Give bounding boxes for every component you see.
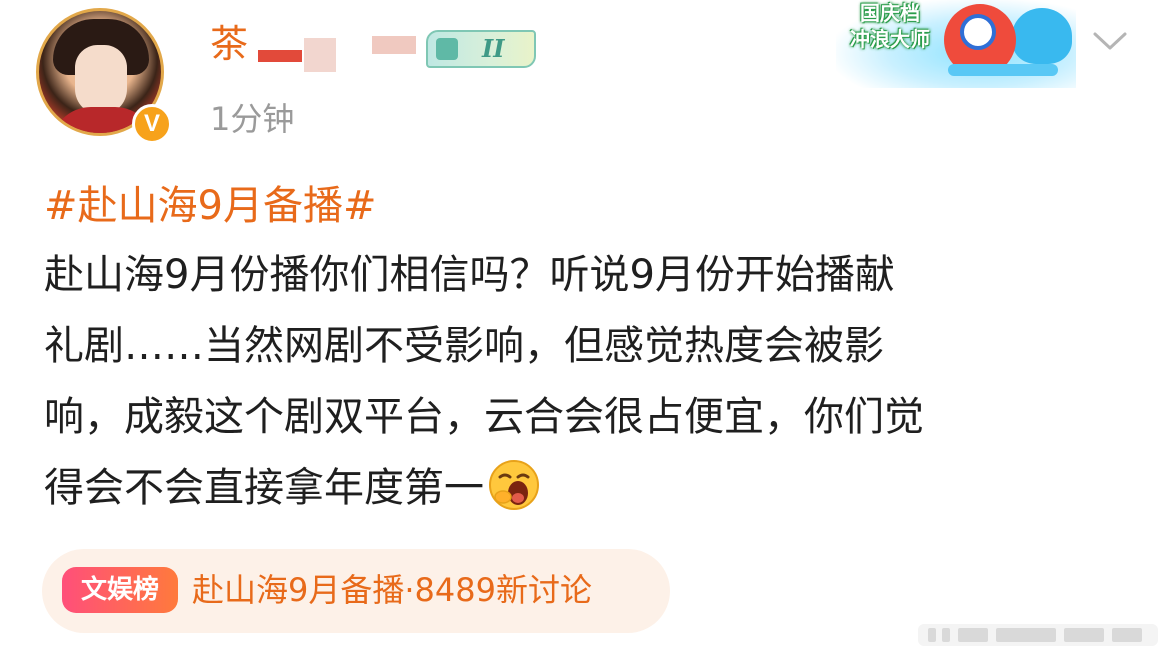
post-body-line: 赴山海9月份播你们相信吗？听说9月份开始播献 (44, 252, 895, 298)
user-level-badge[interactable]: II (426, 30, 536, 68)
post-body-line: 得会不会直接拿年度第一 (44, 465, 484, 511)
redaction-mark (372, 36, 416, 54)
promo-line-1: 国庆档 (860, 1, 920, 25)
topic-summary: 赴山海9月备播·8489新讨论 (192, 567, 592, 613)
level-badge-label: II (482, 34, 505, 63)
verified-badge-icon: V (132, 104, 172, 144)
holiday-promo-badge[interactable]: 国庆档 冲浪大师 (836, 0, 1076, 92)
watermark-graphic (918, 624, 1158, 646)
topic-separator: · (404, 571, 415, 609)
author-avatar[interactable]: V (36, 8, 172, 144)
topic-discussion-count: 8489新讨论 (414, 571, 592, 609)
author-name[interactable]: 茶 (210, 20, 248, 68)
post-body: 赴山海9月份播你们相信吗？听说9月份开始播献 礼剧……当然网剧不受影响，但感觉热… (44, 240, 1134, 524)
level-badge-icon (436, 38, 458, 60)
promo-surfboard-icon (948, 64, 1058, 76)
redaction-mark (258, 50, 302, 62)
promo-text: 国庆档 冲浪大师 (842, 0, 938, 52)
post-timestamp: 1分钟 (210, 100, 295, 138)
promo-wave-icon (1012, 8, 1072, 64)
promo-line-2: 冲浪大师 (850, 27, 930, 51)
post-body-line: 响，成毅这个剧双平台，云合会很占便宜，你们觉 (44, 394, 924, 440)
avatar-face-shape (75, 45, 127, 115)
post-body-line: 礼剧……当然网剧不受影响，但感觉热度会被影 (44, 323, 884, 369)
post-hashtag[interactable]: #赴山海9月备播# (44, 178, 376, 234)
post-body-line-last: 得会不会直接拿年度第一 (44, 453, 1134, 524)
entertainment-rank-chip: 文娱榜 (62, 567, 178, 613)
yawning-face-emoji-icon (489, 460, 539, 510)
trending-topic-card[interactable]: 文娱榜 赴山海9月备播·8489新讨论 (42, 549, 670, 633)
promo-mascot-eye (960, 14, 996, 50)
topic-name: 赴山海9月备播 (192, 571, 405, 609)
redaction-mark (304, 38, 336, 72)
chevron-down-icon[interactable] (1092, 26, 1128, 56)
